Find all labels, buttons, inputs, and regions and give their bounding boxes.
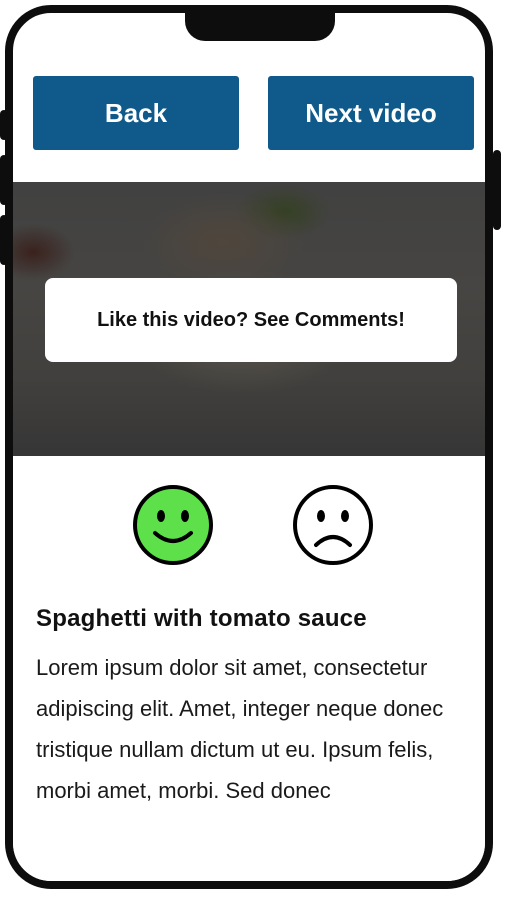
sad-face-icon [293,485,373,565]
reaction-buttons [13,483,485,573]
recipe-details: Spaghetti with tomato sauce Lorem ipsum … [36,605,465,811]
like-button[interactable] [131,483,215,567]
phone-power-button [493,150,501,230]
recipe-description: Lorem ipsum dolor sit amet, consectetur … [36,655,444,803]
phone-notch [185,13,335,41]
see-comments-banner[interactable]: Like this video? See Comments! [45,278,457,362]
recipe-title: Spaghetti with tomato sauce [36,605,367,632]
smiley-face-icon [133,485,213,565]
back-button[interactable]: Back [33,76,239,150]
next-video-button[interactable]: Next video [268,76,474,150]
text-fade-overlay [13,803,485,881]
dislike-button[interactable] [291,483,375,567]
video-player[interactable]: Like this video? See Comments! [13,182,485,456]
phone-frame: Back Next video Like this video? See Com… [5,5,493,889]
